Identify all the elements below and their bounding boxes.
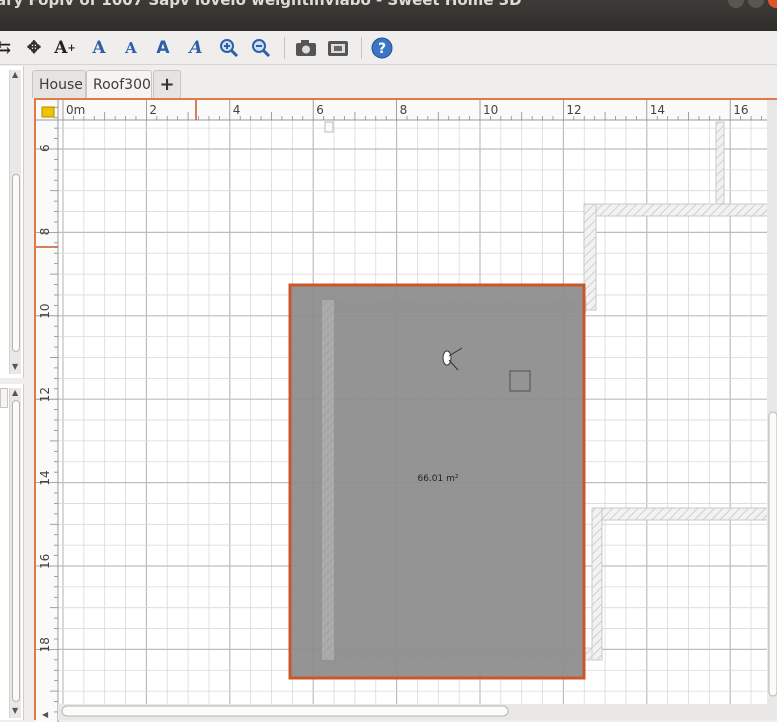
wall[interactable] xyxy=(583,203,777,217)
scroll-down-arrow-icon[interactable]: ▼ xyxy=(12,706,18,715)
scroll-down-arrow-icon[interactable]: ▼ xyxy=(12,362,18,371)
toolbar-separator xyxy=(284,37,285,59)
decrease-text-size-icon[interactable]: A xyxy=(119,36,143,60)
scroll-up-arrow-icon[interactable]: ▲ xyxy=(12,70,18,79)
maximize-button[interactable] xyxy=(748,0,764,8)
window-title: ary Fopiv of 1007 Sapv lovelo weightinvl… xyxy=(0,0,522,9)
ruler-x-label: 14 xyxy=(650,103,665,117)
close-button[interactable] xyxy=(768,0,777,8)
toolbar-separator xyxy=(361,37,362,59)
furniture-list-scrollbar-thumb[interactable] xyxy=(12,400,20,702)
room-area-label: 66.01 m² xyxy=(417,474,458,484)
ruler-x-label: 6 xyxy=(316,103,324,117)
ruler-x-label: 0m xyxy=(66,103,85,117)
ruler-y-label: 10 xyxy=(38,304,52,319)
zoom-in-icon[interactable] xyxy=(217,36,241,60)
scroll-left-arrow-icon[interactable]: ◀ xyxy=(42,710,49,719)
ruler-x-label: 16 xyxy=(733,103,748,117)
window-titlebar: ary Fopiv of 1007 Sapv lovelo weightinvl… xyxy=(0,0,777,31)
wall[interactable] xyxy=(591,507,603,661)
ruler-x-label: 2 xyxy=(149,103,157,117)
ruler-x-label: 10 xyxy=(483,103,498,117)
lock-icon[interactable] xyxy=(41,106,55,118)
zoom-out-icon[interactable] xyxy=(249,36,273,60)
ruler-y-label: 8 xyxy=(38,228,52,236)
ruler-x-label: 4 xyxy=(233,103,241,117)
catalog-panel: ▲ ▼ xyxy=(0,66,24,378)
plan-vertical-scrollbar-thumb[interactable] xyxy=(768,411,777,697)
minimize-button[interactable] xyxy=(728,0,744,8)
room-wall-shadow xyxy=(322,300,334,660)
tab-house[interactable]: House xyxy=(32,70,86,98)
help-icon[interactable]: ? xyxy=(370,36,394,60)
ruler-y-label: 12 xyxy=(38,387,52,402)
list-header-cell[interactable] xyxy=(0,388,8,408)
ruler-y-label: 14 xyxy=(38,470,52,485)
pan-icon[interactable]: ✥ xyxy=(22,36,46,60)
catalog-scrollbar[interactable]: ▲ ▼ xyxy=(9,70,21,374)
wall[interactable] xyxy=(591,507,777,521)
ruler-y-label: 6 xyxy=(38,144,52,152)
furniture-list-scrollbar[interactable]: ▲ ▼ xyxy=(9,388,21,718)
plan-view[interactable]: 66.01 m² 0m 2 4 6 8 10 12 14 16 6 8 10 12 14 16 18 ◀ xyxy=(34,98,777,722)
main-toolbar: ⇆ ✥ A + A A A A ? xyxy=(0,31,777,65)
wall-marker xyxy=(324,121,334,133)
create-photo-icon[interactable] xyxy=(294,36,318,60)
furniture-list-panel: ▲ ▼ xyxy=(0,384,24,720)
ruler-x-label: 12 xyxy=(566,103,581,117)
add-text-icon[interactable]: A + xyxy=(53,36,77,60)
wall[interactable] xyxy=(583,203,597,311)
increase-text-size-icon[interactable]: A xyxy=(87,36,111,60)
ruler-x-label: 8 xyxy=(400,103,408,117)
svg-text:?: ? xyxy=(378,41,386,57)
add-level-button[interactable]: + xyxy=(153,70,181,98)
catalog-scrollbar-thumb[interactable] xyxy=(12,174,20,352)
tab-roof300[interactable]: Roof300 xyxy=(86,70,152,98)
ruler-y-label: 16 xyxy=(38,554,52,569)
plan-select-arrows-icon[interactable]: ⇆ xyxy=(0,36,16,60)
italic-text-icon[interactable]: A xyxy=(184,36,208,60)
plan-horizontal-scrollbar-thumb[interactable] xyxy=(61,705,509,717)
scroll-up-arrow-icon[interactable]: ▲ xyxy=(12,388,18,397)
create-video-icon[interactable] xyxy=(326,36,350,60)
bold-text-icon[interactable]: A xyxy=(151,36,175,60)
ruler-y-label: 18 xyxy=(38,637,52,652)
wall[interactable] xyxy=(715,121,725,205)
